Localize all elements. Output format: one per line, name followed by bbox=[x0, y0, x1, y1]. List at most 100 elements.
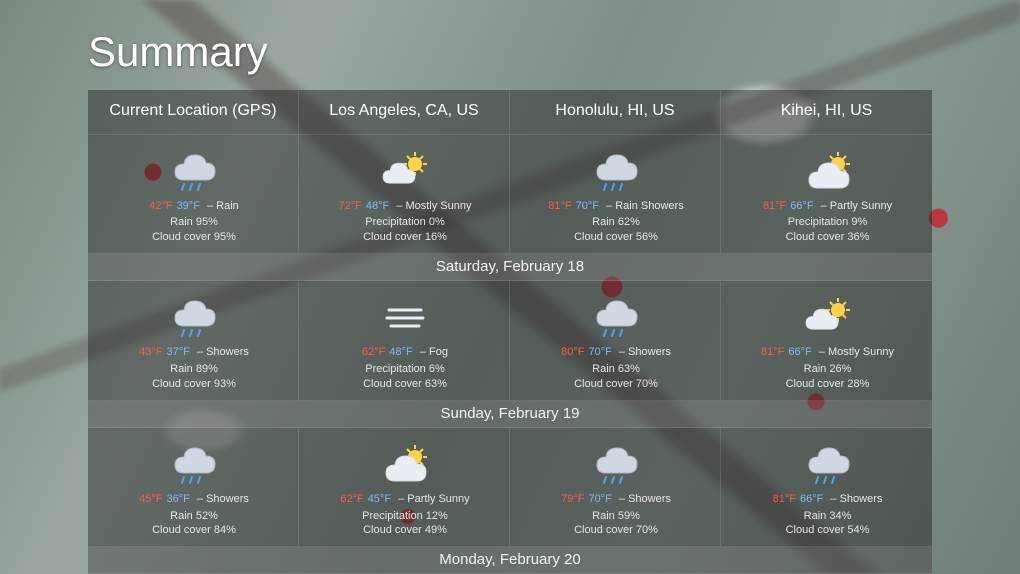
high-temp: 72°F bbox=[339, 200, 362, 212]
forecast-row: 45°F 36°F – Showers Rain 52%Cloud cover 84… bbox=[88, 428, 932, 548]
high-temp: 81°F bbox=[548, 200, 571, 212]
precip-stat: Precipitation 9% bbox=[731, 215, 924, 230]
forecast-cell[interactable]: 45°F 36°F – Showers Rain 52%Cloud cover 84… bbox=[88, 428, 299, 547]
location-name: Kihei, HI, US bbox=[729, 100, 924, 122]
location-name: Honolulu, HI, US bbox=[518, 100, 712, 122]
location-name: Current Location (GPS) bbox=[96, 100, 290, 122]
precip-stat: Rain 34% bbox=[731, 509, 924, 524]
condition-text: – Mostly Sunny bbox=[816, 346, 894, 358]
low-temp: 39°F bbox=[177, 200, 200, 212]
temp-line: 42°F 39°F – Rain bbox=[98, 199, 290, 214]
condition-text: – Mostly Sunny bbox=[393, 200, 471, 212]
forecast-cell[interactable]: 81°F70°F – Rain ShowersRain 62%Cloud cov… bbox=[510, 135, 721, 254]
temp-line: 81°F66°F – Partly Sunny bbox=[731, 199, 924, 214]
temp-line: 81°F 66°F – Showers bbox=[731, 492, 924, 507]
forecast-cell[interactable]: 43°F 37°F – Showers Rain 89%Cloud cover 93… bbox=[88, 281, 299, 400]
temp-line: 62°F48°F – Fog bbox=[309, 345, 501, 360]
forecast-cell[interactable]: 81°F 66°F – Mostly Sunny Rain 26%Cloud cov… bbox=[721, 281, 932, 400]
temp-line: 43°F 37°F – Showers bbox=[98, 345, 290, 360]
precip-stat: Precipitation 6% bbox=[309, 362, 501, 377]
cloud-stat: Cloud cover 54% bbox=[731, 523, 924, 538]
location-header[interactable]: Honolulu, HI, US bbox=[510, 90, 721, 134]
cloud-stat: Cloud cover 84% bbox=[98, 523, 290, 538]
high-temp: 79°F bbox=[561, 493, 584, 505]
condition-text: – Rain Showers bbox=[603, 200, 684, 212]
high-temp: 81°F bbox=[763, 200, 786, 212]
low-temp: 36°F bbox=[166, 493, 189, 505]
mostly-sunny-icon bbox=[731, 293, 924, 343]
location-header-row: Current Location (GPS) Los Angeles, CA, … bbox=[88, 90, 932, 135]
forecast-row: 42°F39°F – RainRain 95%Cloud cover 95%72… bbox=[88, 135, 932, 255]
low-temp: 48°F bbox=[389, 346, 412, 358]
cloud-stat: Cloud cover 93% bbox=[98, 377, 290, 392]
partly-sunny-icon bbox=[309, 440, 501, 490]
cloud-stat: Cloud cover 49% bbox=[309, 523, 501, 538]
showers-icon bbox=[520, 293, 712, 343]
high-temp: 43°F bbox=[139, 346, 162, 358]
condition-text: – Showers bbox=[194, 493, 249, 505]
cloud-stat: Cloud cover 56% bbox=[520, 230, 712, 245]
forecast-cell[interactable]: 81°F 66°F – Showers Rain 34%Cloud cover 54… bbox=[721, 428, 932, 547]
temp-line: 81°F 70°F – Rain Showers bbox=[520, 199, 712, 214]
forecast-cell[interactable]: 79°F70°F – ShowersRain 59%Cloud cover 70… bbox=[510, 428, 721, 547]
precip-stat: Rain 89% bbox=[98, 362, 290, 377]
low-temp: 70°F bbox=[576, 200, 599, 212]
precip-stat: Precipitation 12% bbox=[309, 509, 501, 524]
date-bar: Sunday, February 19 bbox=[88, 401, 932, 428]
fog-icon bbox=[309, 293, 501, 343]
high-temp: 42°F bbox=[149, 200, 172, 212]
low-temp: 37°F bbox=[166, 346, 189, 358]
forecast-cell[interactable]: 80°F70°F – ShowersRain 63%Cloud cover 70… bbox=[510, 281, 721, 400]
cloud-stat: Cloud cover 63% bbox=[309, 377, 501, 392]
showers-icon bbox=[98, 440, 290, 490]
forecast-cell[interactable]: 81°F66°F – Partly SunnyPrecipitation 9%C… bbox=[721, 135, 932, 254]
forecast-cell[interactable]: 62°F45°F – Partly Sunny Precipitation 12%… bbox=[299, 428, 510, 547]
forecast-cell[interactable]: 42°F39°F – RainRain 95%Cloud cover 95% bbox=[88, 135, 299, 254]
location-header[interactable]: Kihei, HI, US bbox=[721, 90, 932, 134]
forecast-grid: Current Location (GPS) Los Angeles, CA, … bbox=[88, 90, 932, 574]
condition-text: – Showers bbox=[827, 493, 882, 505]
temp-line: 72°F48°F – Mostly Sunny bbox=[309, 199, 501, 214]
mostly-sunny-icon bbox=[309, 147, 501, 197]
location-name: Los Angeles, CA, US bbox=[307, 100, 501, 122]
condition-text: – Showers bbox=[616, 493, 671, 505]
temp-line: 79°F 70°F – Showers bbox=[520, 492, 712, 507]
showers-icon bbox=[731, 440, 924, 490]
high-temp: 81°F bbox=[761, 346, 784, 358]
cloud-stat: Cloud cover 16% bbox=[309, 230, 501, 245]
precip-stat: Rain 95% bbox=[98, 215, 290, 230]
precip-stat: Precipitation 0% bbox=[309, 215, 501, 230]
page-title: Summary bbox=[0, 0, 1020, 90]
high-temp: 45°F bbox=[139, 493, 162, 505]
condition-text: – Showers bbox=[616, 346, 671, 358]
forecast-cell[interactable]: 62°F48°F – FogPrecipitation 6%Cloud cove… bbox=[299, 281, 510, 400]
low-temp: 70°F bbox=[588, 493, 611, 505]
low-temp: 66°F bbox=[788, 346, 811, 358]
precip-stat: Rain 26% bbox=[731, 362, 924, 377]
high-temp: 62°F bbox=[362, 346, 385, 358]
condition-text: – Showers bbox=[194, 346, 249, 358]
cloud-stat: Cloud cover 36% bbox=[731, 230, 924, 245]
location-header[interactable]: Los Angeles, CA, US bbox=[299, 90, 510, 134]
temp-line: 45°F 36°F – Showers bbox=[98, 492, 290, 507]
forecast-cell[interactable]: 72°F48°F – Mostly SunnyPrecipitation 0%C… bbox=[299, 135, 510, 254]
cloud-stat: Cloud cover 70% bbox=[520, 377, 712, 392]
precip-stat: Rain 63% bbox=[520, 362, 712, 377]
high-temp: 81°F bbox=[773, 493, 796, 505]
cloud-stat: Cloud cover 70% bbox=[520, 523, 712, 538]
condition-text: – Rain bbox=[204, 200, 239, 212]
condition-text: – Partly Sunny bbox=[818, 200, 893, 212]
low-temp: 66°F bbox=[800, 493, 823, 505]
condition-text: – Partly Sunny bbox=[395, 493, 470, 505]
partly-sunny-icon bbox=[731, 147, 924, 197]
showers-icon bbox=[520, 440, 712, 490]
temp-line: 62°F45°F – Partly Sunny bbox=[309, 492, 501, 507]
low-temp: 45°F bbox=[368, 493, 391, 505]
low-temp: 70°F bbox=[588, 346, 611, 358]
location-header[interactable]: Current Location (GPS) bbox=[88, 90, 299, 134]
precip-stat: Rain 52% bbox=[98, 509, 290, 524]
cloud-stat: Cloud cover 28% bbox=[731, 377, 924, 392]
rain-icon bbox=[98, 147, 290, 197]
rain-showers-icon bbox=[520, 147, 712, 197]
date-bar: Saturday, February 18 bbox=[88, 254, 932, 281]
